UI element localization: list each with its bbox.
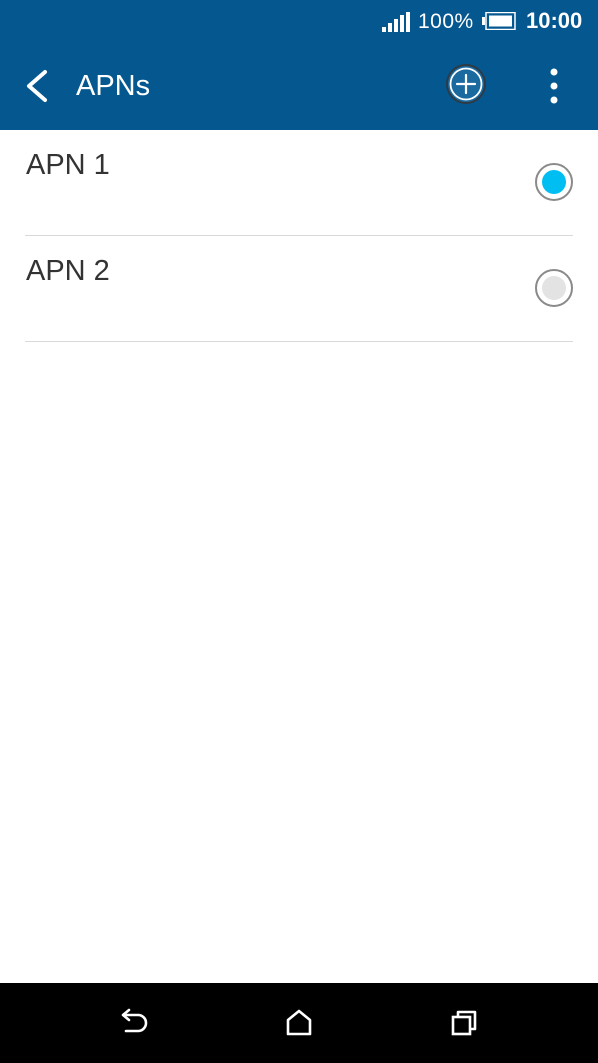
apn-name: APN 1: [26, 149, 110, 181]
apn-list-item-1[interactable]: APN 1: [0, 130, 598, 236]
navigation-bar: [0, 983, 598, 1063]
add-circle-icon[interactable]: [444, 62, 488, 106]
apn-name: APN 2: [26, 255, 110, 287]
divider: [25, 341, 573, 342]
nav-back-icon[interactable]: [113, 1003, 153, 1043]
clock: 10:00: [526, 8, 583, 33]
battery-percentage: 100%: [418, 10, 474, 33]
apn-list: APN 1 APN 2: [0, 130, 598, 342]
app-toolbar: APNs: [0, 44, 598, 130]
radio-dot: [542, 276, 566, 300]
nav-recents-icon[interactable]: [445, 1003, 485, 1043]
status-bar: 100% 10:00: [0, 0, 598, 44]
more-vertical-icon[interactable]: [540, 64, 568, 108]
radio-dot: [542, 170, 566, 194]
apn-radio-button-selected[interactable]: [535, 163, 573, 201]
apn-list-item-2[interactable]: APN 2: [0, 236, 598, 342]
nav-home-icon[interactable]: [279, 1003, 319, 1043]
battery-icon: [482, 12, 516, 30]
apn-radio-button[interactable]: [535, 269, 573, 307]
back-arrow-icon[interactable]: [18, 64, 58, 108]
page-title: APNs: [76, 70, 151, 102]
signal-icon: [382, 12, 410, 32]
